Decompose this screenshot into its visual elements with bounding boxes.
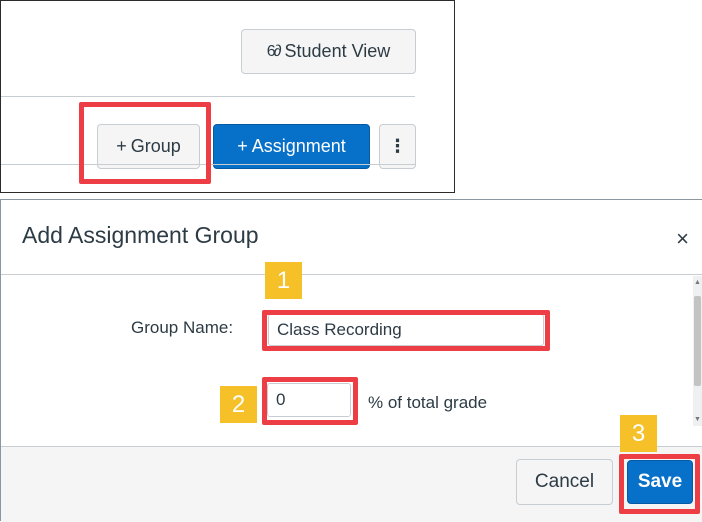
close-icon[interactable]: × <box>676 228 689 250</box>
step-badge-1: 1 <box>265 262 302 299</box>
add-assignment-button[interactable]: + Assignment <box>213 124 370 169</box>
toolbar-divider <box>1 96 415 97</box>
more-options-button[interactable]: ⋮ <box>379 124 416 169</box>
kebab-menu-icon: ⋮ <box>388 136 407 156</box>
highlight-save <box>619 454 700 514</box>
dialog-title: Add Assignment Group <box>22 222 259 248</box>
cancel-button[interactable]: Cancel <box>516 459 613 505</box>
scroll-down-icon[interactable]: ▼ <box>693 415 702 424</box>
percent-of-grade-label: % of total grade <box>368 393 488 412</box>
group-name-label: Group Name: <box>131 318 234 337</box>
highlight-percent <box>262 377 358 425</box>
highlight-group-button <box>79 102 211 184</box>
glasses-icon: 6∂ <box>266 42 282 60</box>
dialog-scrollbar[interactable]: ▲ ▼ <box>693 276 702 426</box>
toolbar-panel: 6∂ Student View + Group + Assignment ⋮ <box>0 0 455 193</box>
step-badge-2: 2 <box>220 386 257 423</box>
dialog-header: Add Assignment Group × <box>1 200 702 275</box>
highlight-group-name <box>262 310 550 351</box>
add-assignment-label: Assignment <box>251 136 346 156</box>
step-badge-3: 3 <box>620 415 657 452</box>
scrollbar-thumb[interactable] <box>694 296 701 386</box>
plus-icon: + <box>237 136 248 156</box>
student-view-label: Student View <box>284 41 391 61</box>
scroll-up-icon[interactable]: ▲ <box>693 278 702 287</box>
student-view-button[interactable]: 6∂ Student View <box>241 29 416 74</box>
